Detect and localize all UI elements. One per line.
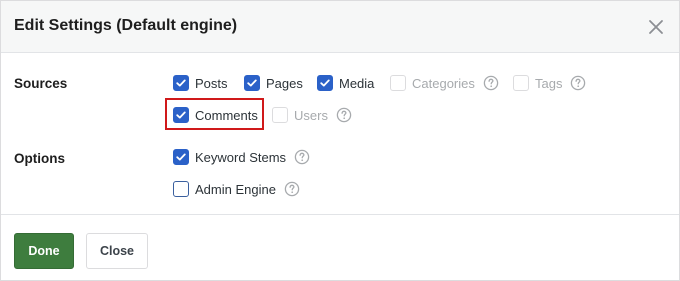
modal-header: Edit Settings (Default engine) xyxy=(1,1,679,53)
admin-engine-checkbox[interactable] xyxy=(173,181,189,197)
options-label: Options xyxy=(14,151,65,166)
categories-label: Categories xyxy=(412,75,475,91)
posts-label: Posts xyxy=(195,75,228,91)
modal-title: Edit Settings (Default engine) xyxy=(14,17,238,34)
checkmark-icon xyxy=(176,79,186,87)
source-option-categories: Categories xyxy=(390,73,499,93)
checkmark-icon xyxy=(176,111,186,119)
media-label: Media xyxy=(339,75,375,91)
users-checkbox xyxy=(272,107,288,123)
source-option-comments[interactable]: Comments xyxy=(173,105,258,125)
checkmark-icon xyxy=(247,79,257,87)
footer-divider xyxy=(1,214,679,215)
checkmark-icon xyxy=(176,153,186,161)
pages-checkbox[interactable] xyxy=(244,75,260,91)
edit-settings-modal: Edit Settings (Default engine) Sources P… xyxy=(0,0,680,281)
comments-checkbox[interactable] xyxy=(173,107,189,123)
close-button[interactable]: Close xyxy=(86,233,148,269)
help-icon[interactable] xyxy=(284,181,300,197)
categories-checkbox xyxy=(390,75,406,91)
source-option-pages[interactable]: Pages xyxy=(244,73,303,93)
keyword-stems-checkbox[interactable] xyxy=(173,149,189,165)
help-icon[interactable] xyxy=(336,107,352,123)
pages-label: Pages xyxy=(266,75,303,91)
close-icon[interactable] xyxy=(647,18,665,36)
source-option-users: Users xyxy=(272,105,352,125)
help-icon[interactable] xyxy=(483,75,499,91)
keyword-stems-label: Keyword Stems xyxy=(195,149,287,165)
source-option-posts[interactable]: Posts xyxy=(173,73,228,93)
media-checkbox[interactable] xyxy=(317,75,333,91)
comments-label: Comments xyxy=(195,107,258,123)
sources-label: Sources xyxy=(14,76,68,91)
option-keyword-stems[interactable]: Keyword Stems xyxy=(173,147,310,167)
source-option-tags: Tags xyxy=(513,73,586,93)
tags-checkbox xyxy=(513,75,529,91)
help-icon[interactable] xyxy=(294,149,310,165)
source-option-media[interactable]: Media xyxy=(317,73,374,93)
tags-label: Tags xyxy=(535,75,563,91)
help-icon[interactable] xyxy=(570,75,586,91)
posts-checkbox[interactable] xyxy=(173,75,189,91)
users-label: Users xyxy=(294,107,328,123)
admin-engine-label: Admin Engine xyxy=(195,181,276,197)
done-button[interactable]: Done xyxy=(14,233,74,269)
checkmark-icon xyxy=(320,79,330,87)
option-admin-engine[interactable]: Admin Engine xyxy=(173,179,300,199)
